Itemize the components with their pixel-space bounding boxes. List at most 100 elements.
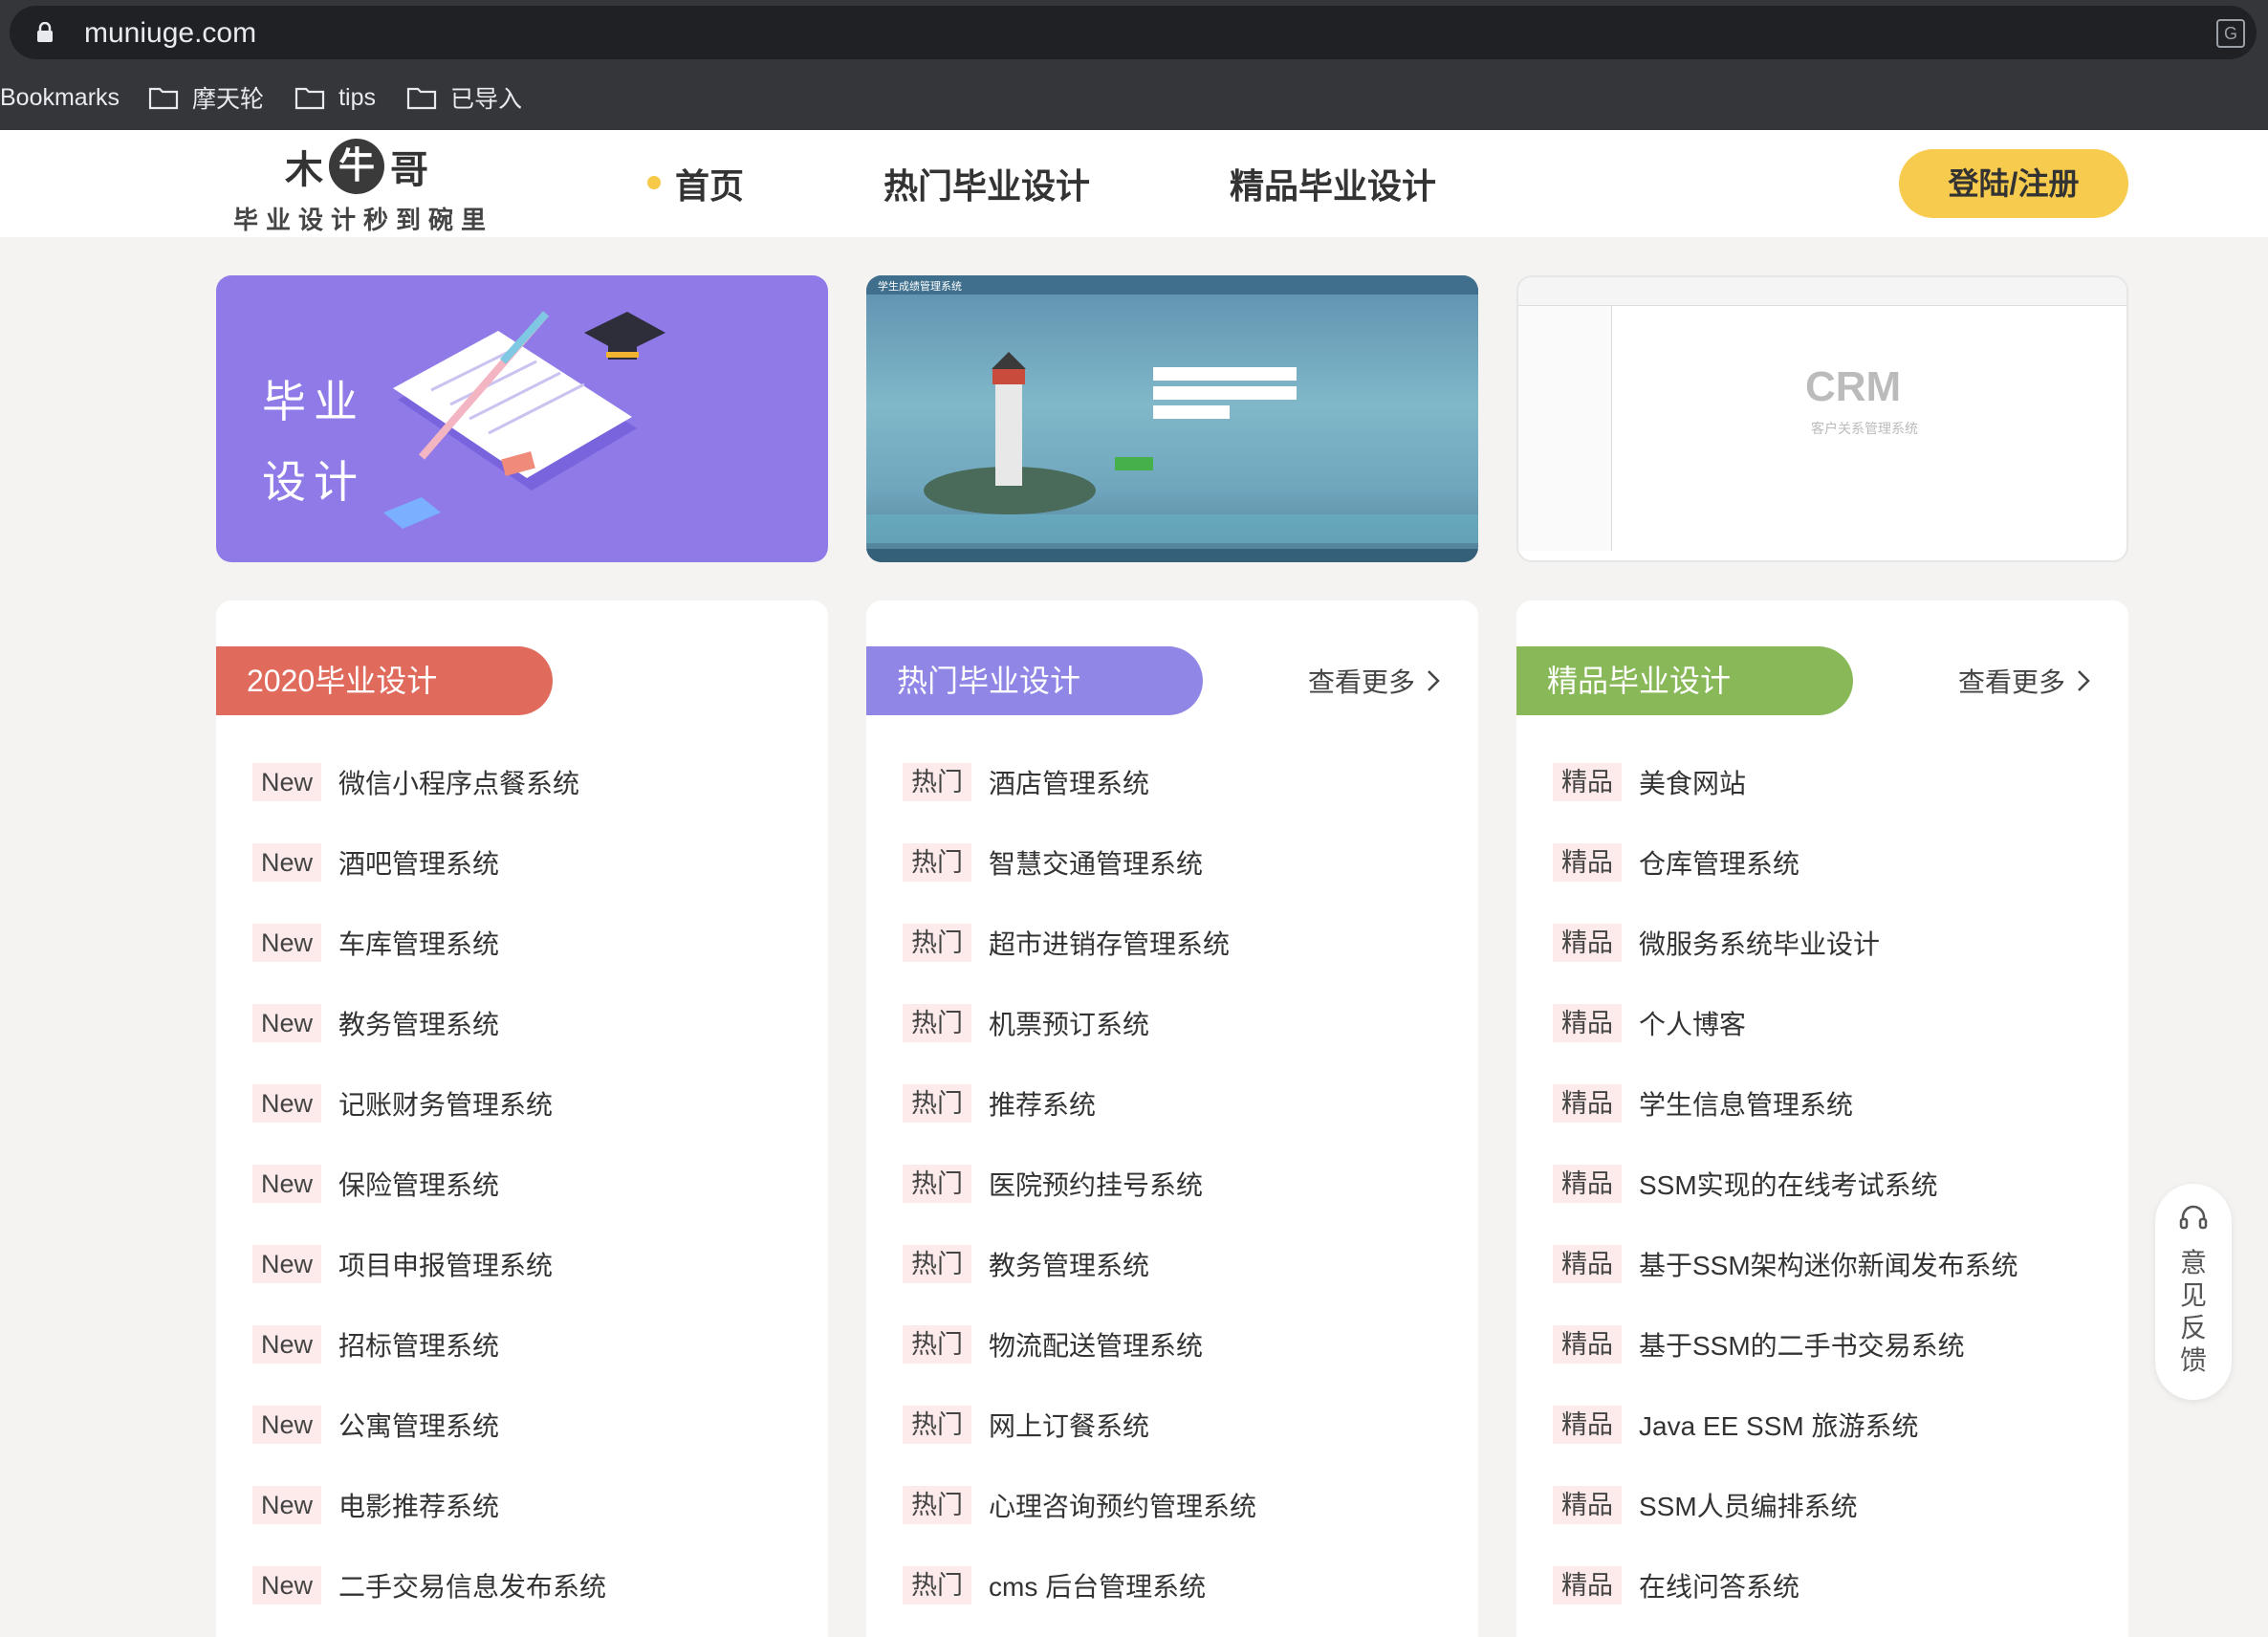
list-item[interactable]: 热门 医院预约挂号系统 <box>903 1144 1256 1224</box>
hot-badge: 热门 <box>903 924 971 962</box>
list-item[interactable]: 精品 个人博客 <box>1553 983 2018 1063</box>
list-item[interactable]: 精品 基于SSM架构迷你新闻发布系统 <box>1553 1224 2018 1304</box>
fine-badge: 精品 <box>1553 1566 1622 1604</box>
card-fine-designs: 精品毕业设计 查看更多 精品 美食网站 精品 仓库管理系统 精品 微服务系统毕业设计 … <box>1516 600 2128 1637</box>
bookmark-folder[interactable]: tips <box>294 84 376 112</box>
crm-subtitle: 客户关系管理系统 <box>1811 421 1918 436</box>
item-title: Java EE SSM 旅游系统 <box>1639 1411 1919 1441</box>
card-2020-designs: 2020毕业设计 New 微信小程序点餐系统 New 酒吧管理系统 New 车库管理系… <box>216 600 828 1637</box>
list-item[interactable]: New 保险管理系统 <box>252 1144 606 1224</box>
fine-badge: 精品 <box>1553 924 1622 962</box>
list-item[interactable]: 热门 超市进销存管理系统 <box>903 903 1256 983</box>
list-item[interactable]: 热门 教务管理系统 <box>903 1224 1256 1304</box>
list-item[interactable]: 热门 机票预订系统 <box>903 983 1256 1063</box>
item-title: 仓库管理系统 <box>1639 849 1800 879</box>
list-item[interactable]: New 酒吧管理系统 <box>252 822 606 903</box>
new-badge: New <box>252 1406 322 1444</box>
new-badge: New <box>252 1165 322 1203</box>
list-item[interactable]: New 车库管理系统 <box>252 903 606 983</box>
banner-crm-system[interactable]: CRM 客户关系管理系统 <box>1516 275 2128 562</box>
banner-student-grade-system[interactable]: 学生成绩管理系统 <box>866 275 1478 562</box>
bookmark-label: 已导入 <box>449 86 522 113</box>
nav-hot-designs[interactable]: 热门毕业设计 <box>883 159 1090 208</box>
lock-icon <box>37 22 53 42</box>
list-item[interactable]: 精品 基于SSM的二手书交易系统 <box>1553 1304 2018 1385</box>
list-item[interactable]: 热门 网上订餐系统 <box>903 1385 1256 1465</box>
logo-subtitle: 毕业设计秒到碗里 <box>233 206 494 234</box>
list-item[interactable]: New 电影推荐系统 <box>252 1465 606 1545</box>
list-item[interactable]: 精品 Java EE SSM 旅游系统 <box>1553 1385 2018 1465</box>
site-logo[interactable]: 木 牛 哥 毕业设计秒到碗里 <box>233 138 486 234</box>
feedback-button[interactable]: 意见反馈 <box>2155 1184 2232 1400</box>
fine-badge: 精品 <box>1553 1004 1622 1042</box>
banner-graduation-design[interactable]: 毕业 设计 <box>216 275 828 562</box>
hot-badge: 热门 <box>903 1165 971 1203</box>
fine-badge: 精品 <box>1553 1245 1622 1283</box>
hot-badge: 热门 <box>903 1004 971 1042</box>
logo-char: 哥 <box>390 147 428 192</box>
item-title: 电影推荐系统 <box>338 1492 500 1521</box>
view-more-link[interactable]: 查看更多 <box>1958 662 2090 700</box>
fine-badge: 精品 <box>1553 1325 1622 1364</box>
list-item[interactable]: 精品 微服务系统毕业设计 <box>1553 903 2018 983</box>
list-item[interactable]: New 公寓管理系统 <box>252 1385 606 1465</box>
address-bar[interactable]: muniuge.com G <box>10 6 2257 59</box>
nav-home[interactable]: 首页 <box>675 159 744 208</box>
list-item[interactable]: 热门 cms 后台管理系统 <box>903 1545 1256 1626</box>
item-title: 推荐系统 <box>989 1090 1097 1120</box>
list-item[interactable]: New 微信小程序点餐系统 <box>252 742 606 822</box>
login-form-preview <box>1105 361 1306 447</box>
new-badge: New <box>252 1004 322 1042</box>
fine-badge: 精品 <box>1553 1165 1622 1203</box>
list-item[interactable]: 热门 物流配送管理系统 <box>903 1304 1256 1385</box>
new-badge: New <box>252 1245 322 1283</box>
site-header: 木 牛 哥 毕业设计秒到碗里 首页 热门毕业设计 精品毕业设计 登陆/注册 <box>0 130 2268 237</box>
login-register-button[interactable]: 登陆/注册 <box>1899 149 2128 218</box>
item-title: SSM人员编排系统 <box>1639 1492 1858 1521</box>
bookmark-folder[interactable]: 已导入 <box>406 80 522 115</box>
item-title: 超市进销存管理系统 <box>989 929 1231 959</box>
list-item[interactable]: New 教务管理系统 <box>252 983 606 1063</box>
list-item[interactable]: 热门 智慧交通管理系统 <box>903 822 1256 903</box>
view-more-link[interactable]: 查看更多 <box>1308 662 1440 700</box>
bookmarks-label[interactable]: Bookmarks <box>0 84 120 112</box>
design-list: New 微信小程序点餐系统 New 酒吧管理系统 New 车库管理系统 New 教务管理… <box>252 742 606 1626</box>
bookmarks-bar: Bookmarks 摩天轮 tips 已导入 <box>0 76 553 119</box>
item-title: 机票预订系统 <box>989 1010 1150 1039</box>
list-item[interactable]: 精品 美食网站 <box>1553 742 2018 822</box>
folder-icon <box>148 87 179 110</box>
fine-badge: 精品 <box>1553 763 1622 801</box>
card-hot-designs: 热门毕业设计 查看更多 热门 酒店管理系统 热门 智慧交通管理系统 热门 超市进销存管… <box>866 600 1478 1637</box>
list-item[interactable]: 精品 学生信息管理系统 <box>1553 1063 2018 1144</box>
bookmark-folder[interactable]: 摩天轮 <box>148 80 264 115</box>
item-title: 教务管理系统 <box>989 1251 1150 1280</box>
list-item[interactable]: 精品 SSM人员编排系统 <box>1553 1465 2018 1545</box>
list-item[interactable]: 热门 心理咨询预约管理系统 <box>903 1465 1256 1545</box>
list-item[interactable]: New 二手交易信息发布系统 <box>252 1545 606 1626</box>
item-title: 记账财务管理系统 <box>338 1090 554 1120</box>
list-item[interactable]: New 项目申报管理系统 <box>252 1224 606 1304</box>
chevron-right-icon <box>2078 670 2090 691</box>
item-title: 二手交易信息发布系统 <box>338 1572 607 1602</box>
item-title: SSM实现的在线考试系统 <box>1639 1170 1938 1200</box>
translate-icon[interactable]: G <box>2216 19 2245 48</box>
card-heading: 热门毕业设计 <box>866 646 1203 715</box>
list-item[interactable]: 热门 推荐系统 <box>903 1063 1256 1144</box>
list-item[interactable]: 热门 酒店管理系统 <box>903 742 1256 822</box>
item-title: 酒店管理系统 <box>989 769 1150 798</box>
list-item[interactable]: 精品 在线问答系统 <box>1553 1545 2018 1626</box>
nav-fine-designs[interactable]: 精品毕业设计 <box>1230 159 1436 208</box>
list-item[interactable]: 精品 仓库管理系统 <box>1553 822 2018 903</box>
item-title: 基于SSM的二手书交易系统 <box>1639 1331 1965 1361</box>
item-title: 心理咨询预约管理系统 <box>989 1492 1257 1521</box>
hot-badge: 热门 <box>903 1406 971 1444</box>
list-item[interactable]: New 招标管理系统 <box>252 1304 606 1385</box>
list-item[interactable]: 精品 SSM实现的在线考试系统 <box>1553 1144 2018 1224</box>
headset-icon <box>2179 1205 2208 1230</box>
fine-badge: 精品 <box>1553 1084 1622 1123</box>
item-title: 微服务系统毕业设计 <box>1639 929 1881 959</box>
card-heading: 2020毕业设计 <box>216 646 553 715</box>
new-badge: New <box>252 1566 322 1604</box>
hot-badge: 热门 <box>903 763 971 801</box>
list-item[interactable]: New 记账财务管理系统 <box>252 1063 606 1144</box>
